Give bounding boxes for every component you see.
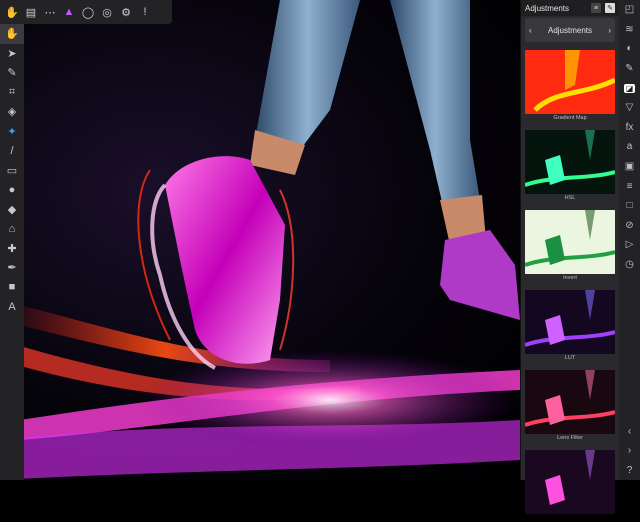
- dodge-burn-icon[interactable]: ●: [0, 180, 24, 200]
- forward-icon[interactable]: ›: [619, 441, 640, 461]
- adjustment-preview: [525, 210, 615, 274]
- paint-brush-icon[interactable]: /: [0, 141, 24, 161]
- adjustment-label: LUT: [564, 355, 576, 361]
- navigator-icon[interactable]: ◰: [619, 0, 640, 20]
- text-tool-icon[interactable]: A: [0, 297, 24, 317]
- text-styles-icon[interactable]: a: [619, 137, 640, 157]
- color-wheel-icon[interactable]: ◐: [619, 39, 640, 59]
- history-icon[interactable]: ≡: [619, 176, 640, 196]
- adjustment-label: HSL: [564, 195, 576, 201]
- spiral-icon[interactable]: ◎: [99, 4, 115, 20]
- eraser-icon[interactable]: ▭: [0, 161, 24, 181]
- adjustment-item[interactable]: LUT: [521, 290, 619, 362]
- pen-tool-icon[interactable]: ✒: [0, 258, 24, 278]
- adjustment-preview: [525, 450, 615, 514]
- clock-icon[interactable]: ◷: [619, 255, 640, 275]
- brushes-icon[interactable]: ✎: [619, 59, 640, 79]
- adjustment-preview: [525, 130, 615, 194]
- macro-icon-glyph: ▷: [625, 239, 634, 251]
- adjustment-label: Lens Filter: [557, 435, 583, 441]
- snapping-icon[interactable]: ⊘: [619, 216, 640, 236]
- stock-icon[interactable]: ▣: [619, 157, 640, 177]
- category-label: Adjustments: [547, 25, 593, 35]
- adjustments-icon[interactable]: ◪: [619, 78, 640, 98]
- settings-icon[interactable]: ⚙: [118, 4, 134, 20]
- layers-icon-glyph: ≋: [625, 23, 634, 35]
- fill-tool-icon[interactable]: ◈: [0, 102, 24, 122]
- clone-tool-icon[interactable]: ⌂: [0, 219, 24, 239]
- transform-icon[interactable]: □: [619, 196, 640, 216]
- history-icon-glyph: ≡: [626, 180, 633, 192]
- category-navigator[interactable]: ‹ Adjustments ›: [525, 18, 615, 42]
- move-tool-icon[interactable]: ➤: [0, 44, 24, 64]
- stock-icon-glyph: ▣: [624, 161, 635, 173]
- navigator-icon-glyph: ◰: [624, 4, 635, 16]
- adjustment-preview: [525, 50, 615, 114]
- top-toolbar: ✋ ▤ ⋯ ▲ ◯ ◎ ⚙!: [0, 0, 172, 24]
- color-picker-icon[interactable]: ✎: [0, 63, 24, 83]
- effects-icon[interactable]: ▽: [619, 98, 640, 118]
- back-icon[interactable]: ‹: [619, 421, 640, 441]
- adjustment-label: Gradient Map: [553, 115, 587, 121]
- panel-title: Adjustments: [525, 3, 570, 13]
- layers-icon[interactable]: ≋: [619, 20, 640, 40]
- rectangle-tool-icon[interactable]: ■: [0, 278, 24, 298]
- studio-bar: ◰ ≋ ◐ ✎ ◪ ▽ fx a ▣ ≡ □ ⊘ ▷ ◷ ‹ ›?: [619, 0, 640, 480]
- adjustment-item[interactable]: Invert: [521, 210, 619, 282]
- clock-icon-glyph: ◷: [625, 259, 634, 271]
- adjustment-label: [521, 515, 619, 522]
- fx-icon-glyph: fx: [625, 121, 634, 133]
- tools-panel: ✋ ➤ ✎ ⌗ ◈ ✦ / ▭ ● ◆ ⌂ ✚ ✒ ■ A: [0, 24, 24, 480]
- affinity-persona-icon[interactable]: ▲: [61, 4, 77, 20]
- transform-icon-glyph: □: [626, 200, 633, 212]
- prev-category-button[interactable]: ‹: [529, 26, 532, 35]
- color-wheel-icon-glyph: ◐: [626, 43, 633, 55]
- adjustments-icon-glyph: ◪: [623, 83, 636, 93]
- adjustment-item[interactable]: [521, 450, 619, 522]
- text-styles-icon-glyph: a: [626, 141, 633, 153]
- hand-tool-icon[interactable]: ✋: [4, 4, 20, 20]
- adjustment-item[interactable]: Lens Filter: [521, 370, 619, 442]
- adjustment-list: Gradient Map HSL Invert LUT Lens Filter: [521, 50, 619, 522]
- adjustment-label: Invert: [563, 275, 577, 281]
- canvas-artwork: [0, 0, 520, 480]
- panel-menu-icon[interactable]: ≡: [591, 3, 601, 13]
- panel-header: Adjustments ≡ ✎: [521, 0, 619, 16]
- adjustment-preview: [525, 370, 615, 434]
- snapping-icon-glyph: ⊘: [625, 219, 634, 231]
- document-icon[interactable]: ▤: [23, 4, 39, 20]
- document-canvas[interactable]: [0, 0, 520, 480]
- help-icon[interactable]: ?: [619, 460, 640, 480]
- fx-icon[interactable]: fx: [619, 118, 640, 138]
- adjustment-preview: [525, 290, 615, 354]
- crop-tool-icon[interactable]: ⌗: [0, 83, 24, 103]
- macro-icon[interactable]: ▷: [619, 235, 640, 255]
- selection-brush-icon[interactable]: ✦: [0, 122, 24, 142]
- info-icon[interactable]: !: [137, 4, 153, 20]
- next-category-button[interactable]: ›: [608, 26, 611, 35]
- panel-pin-icon[interactable]: ✎: [605, 3, 615, 13]
- more-icon[interactable]: ⋯: [42, 4, 58, 20]
- brushes-icon-glyph: ✎: [625, 63, 634, 75]
- effects-icon-glyph: ▽: [625, 102, 634, 114]
- adjustment-item[interactable]: HSL: [521, 130, 619, 202]
- view-tool-icon[interactable]: ✋: [0, 24, 24, 44]
- adjustments-panel: Adjustments ≡ ✎ ‹ Adjustments › Gradient…: [520, 0, 619, 514]
- selection-brush-icon[interactable]: ◯: [80, 4, 96, 20]
- blur-tool-icon[interactable]: ◆: [0, 200, 24, 220]
- adjustment-item[interactable]: Gradient Map: [521, 50, 619, 122]
- healing-brush-icon[interactable]: ✚: [0, 239, 24, 259]
